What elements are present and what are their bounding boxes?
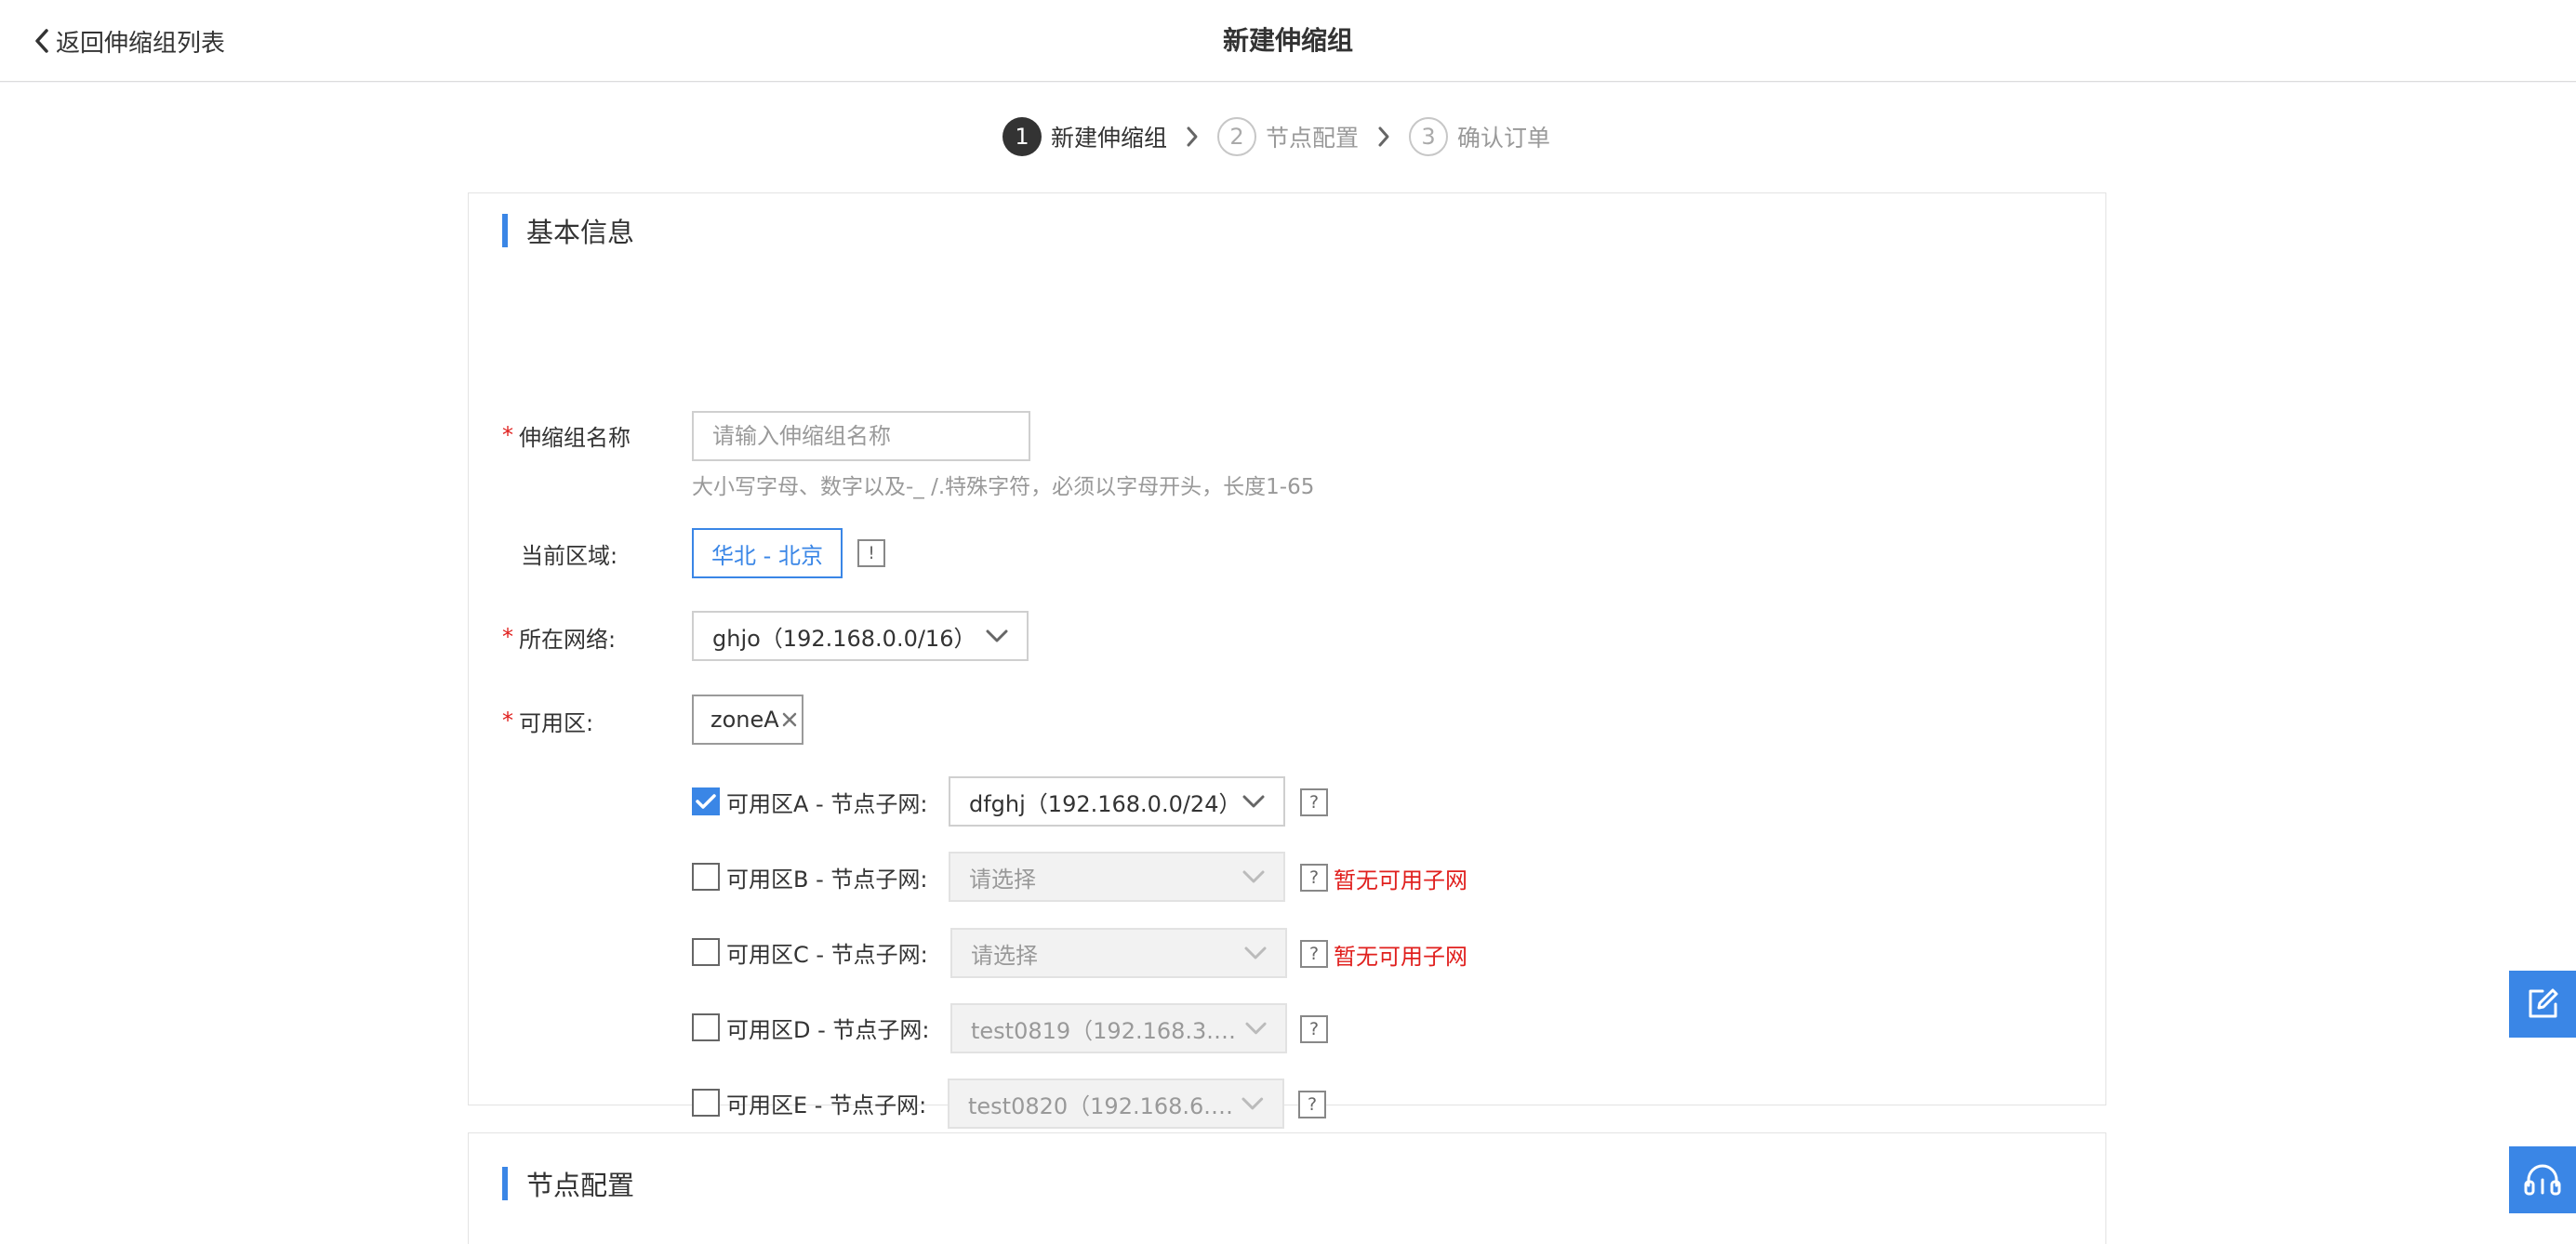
- step-1-label: 新建伸缩组: [1051, 125, 1168, 152]
- section-title-basic: 基本信息: [502, 214, 634, 248]
- feedback-button[interactable]: [2509, 971, 2576, 1038]
- chevron-down-icon: [1242, 870, 1265, 883]
- page-title: 新建伸缩组: [1222, 25, 1353, 56]
- close-icon[interactable]: [781, 711, 798, 728]
- check-icon: [696, 794, 716, 809]
- zone-b-subnet-select[interactable]: 请选择: [949, 852, 1285, 902]
- step-1: 1 新建伸缩组: [1003, 117, 1167, 156]
- zone-a-checkbox[interactable]: [692, 787, 720, 815]
- chevron-down-icon: [1242, 1097, 1264, 1110]
- step-2-label: 节点配置: [1266, 125, 1360, 152]
- step-1-number: 1: [1003, 117, 1042, 156]
- step-3-label: 确认订单: [1457, 125, 1551, 152]
- support-button[interactable]: [2509, 1146, 2576, 1213]
- region-label: 当前区域:: [521, 542, 618, 569]
- zone-b-help-icon[interactable]: ?: [1300, 864, 1328, 892]
- zone-e-label: 可用区E - 节点子网:: [726, 1092, 927, 1118]
- chevron-down-icon: [1245, 1022, 1267, 1035]
- section-title-node: 节点配置: [502, 1167, 634, 1201]
- zone-tag: zoneA: [692, 695, 803, 745]
- zone-d-subnet-select[interactable]: test0819（192.168.3.0/...: [950, 1003, 1287, 1053]
- step-2: 2 节点配置: [1217, 117, 1359, 156]
- top-bar: 返回伸缩组列表 新建伸缩组: [0, 0, 2576, 82]
- name-label: * 伸缩组名称: [502, 422, 631, 451]
- chevron-down-icon: [986, 629, 1008, 642]
- basic-info-panel: 基本信息 *伸缩组名称 大小写字母、数字以及-_ /.特殊字符，必须以字母开头，…: [468, 192, 2106, 1129]
- zone-d-label: 可用区D - 节点子网:: [726, 1016, 930, 1043]
- zone-a-subnet-select[interactable]: dfghj（192.168.0.0/24）: [949, 776, 1285, 827]
- chevron-right-icon: [1186, 126, 1199, 148]
- node-config-panel: 节点配置: [468, 1132, 2106, 1244]
- zone-b-label: 可用区B - 节点子网:: [726, 866, 928, 893]
- zone-c-subnet-select[interactable]: 请选择: [950, 928, 1287, 978]
- edit-icon: [2529, 988, 2558, 1018]
- zone-e-subnet-select[interactable]: test0820（192.168.6.0...: [948, 1079, 1284, 1129]
- network-label: * 所在网络:: [502, 624, 617, 653]
- zone-c-label: 可用区C - 节点子网:: [726, 941, 928, 968]
- zone-b-warning: 暂无可用子网: [1334, 867, 1467, 893]
- region-info-icon[interactable]: !: [857, 539, 885, 567]
- zone-e-checkbox[interactable]: [692, 1089, 720, 1117]
- step-2-number: 2: [1217, 117, 1257, 156]
- zone-a-help-icon[interactable]: ?: [1300, 788, 1328, 816]
- zone-d-help-icon[interactable]: ?: [1300, 1015, 1328, 1043]
- zone-d-checkbox[interactable]: [692, 1013, 720, 1041]
- network-select[interactable]: ghjo（192.168.0.0/16）: [692, 611, 1029, 661]
- chevron-right-icon: [1377, 126, 1390, 148]
- group-name-input[interactable]: [692, 411, 1030, 461]
- chevron-down-icon: [1244, 946, 1267, 959]
- step-indicator: 1 新建伸缩组 2 节点配置 3 确认订单: [1003, 116, 1550, 157]
- zone-e-help-icon[interactable]: ?: [1298, 1091, 1326, 1118]
- region-button[interactable]: 华北 - 北京: [692, 528, 843, 578]
- main-content: 1 新建伸缩组 2 节点配置 3 确认订单 基本信息 *伸缩组名称 大小写字母、…: [0, 83, 2576, 1244]
- zone-a-label: 可用区A - 节点子网:: [726, 790, 928, 817]
- zone-b-checkbox[interactable]: [692, 863, 720, 891]
- zone-c-help-icon[interactable]: ?: [1300, 940, 1328, 968]
- step-3-number: 3: [1409, 117, 1449, 156]
- chevron-down-icon: [1242, 795, 1265, 808]
- zone-label: * 可用区:: [502, 708, 594, 736]
- step-3: 3 确认订单: [1409, 117, 1550, 156]
- headset-icon: [2524, 1164, 2561, 1196]
- zone-c-checkbox[interactable]: [692, 938, 720, 966]
- zone-c-warning: 暂无可用子网: [1334, 943, 1467, 970]
- name-hint: 大小写字母、数字以及-_ /.特殊字符，必须以字母开头，长度1-65: [692, 475, 1315, 499]
